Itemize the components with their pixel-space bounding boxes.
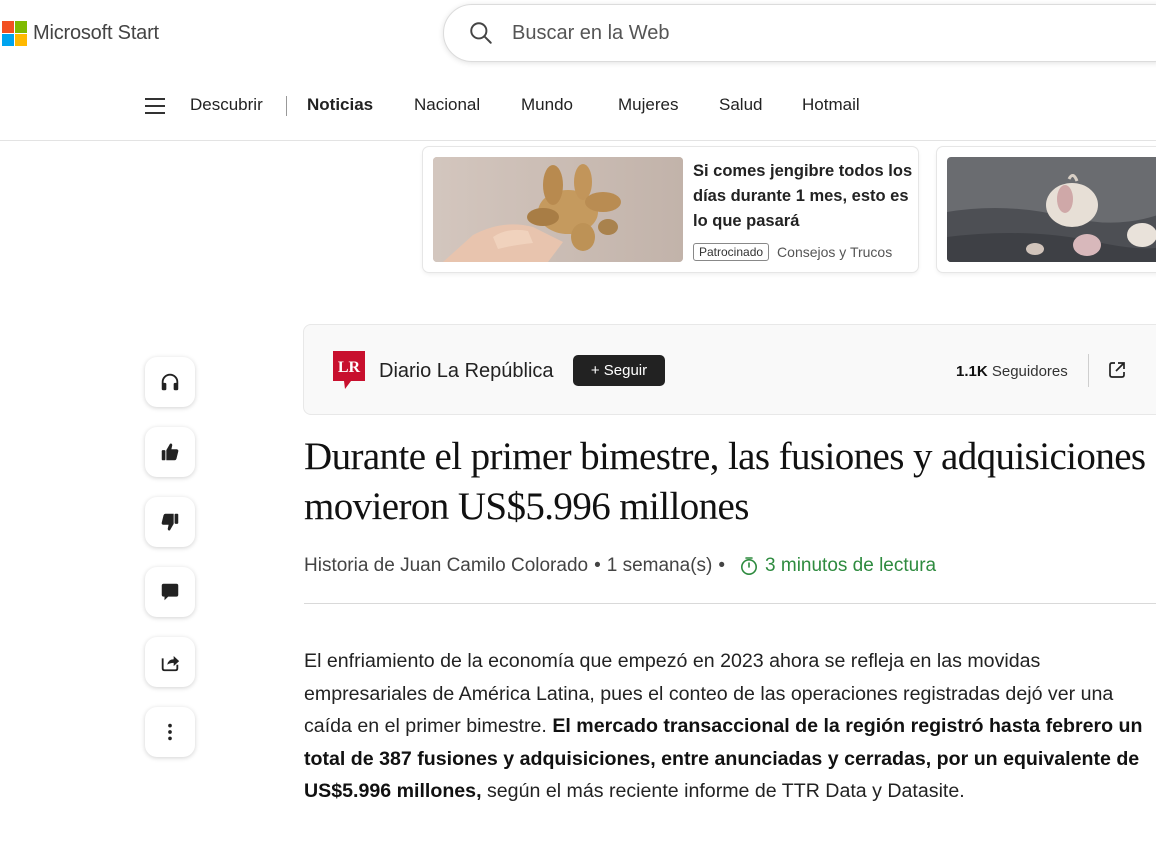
top-navigation: Descubrir Noticias Nacional Mundo Mujere…: [0, 78, 1156, 141]
more-options-button[interactable]: [145, 707, 195, 757]
sponsored-card-title[interactable]: Si comes jengibre todos los días durante…: [693, 159, 913, 234]
comment-icon: [161, 583, 179, 601]
author[interactable]: Historia de Juan Camilo Colorado: [304, 555, 588, 577]
read-time: 3 minutos de lectura: [765, 555, 937, 576]
microsoft-start-logo[interactable]: Microsoft Start: [2, 21, 159, 46]
more-options-icon: [168, 723, 172, 741]
follow-button[interactable]: + Seguir: [573, 355, 665, 386]
byline-divider: [304, 603, 1156, 604]
listen-button[interactable]: [145, 357, 195, 407]
hamburger-menu-icon[interactable]: [145, 98, 165, 114]
ginger-image: [433, 157, 683, 262]
search-bar[interactable]: [443, 4, 1156, 62]
brand-name: Microsoft Start: [33, 22, 159, 44]
search-icon[interactable]: [468, 20, 494, 46]
byline-separator: •: [718, 555, 726, 576]
publisher-name[interactable]: Diario La República: [379, 360, 554, 383]
byline-separator: •: [594, 555, 601, 576]
garlic-image: [947, 157, 1156, 262]
sponsored-card-meta: Patrocinado Consejos y Trucos: [693, 243, 892, 261]
nav-divider: [286, 96, 287, 116]
nav-item-mujeres[interactable]: Mujeres: [618, 95, 678, 115]
sponsored-badge: Patrocinado: [693, 243, 770, 261]
publisher-bar: LR Diario La República + Seguir 1.1K Seg…: [303, 324, 1156, 415]
open-external-icon[interactable]: [1107, 360, 1127, 380]
publish-age: 1 semana(s): [606, 555, 713, 576]
share-button[interactable]: [145, 637, 195, 687]
nav-item-noticias[interactable]: Noticias: [307, 95, 373, 115]
nav-item-salud[interactable]: Salud: [719, 95, 762, 115]
microsoft-logo-icon: [2, 21, 27, 46]
publisher-logo-text: LR: [338, 359, 361, 376]
followers-label: Seguidores: [991, 363, 1068, 380]
thumbs-down-icon: [161, 513, 179, 531]
comment-button[interactable]: [145, 567, 195, 617]
timer-icon: [741, 557, 758, 575]
article-byline: Historia de Juan Camilo Colorado • 1 sem…: [304, 555, 936, 577]
followers-number: 1.1K: [956, 363, 988, 380]
nav-item-nacional[interactable]: Nacional: [414, 95, 480, 115]
headphones-icon: [161, 373, 179, 391]
like-button[interactable]: [145, 427, 195, 477]
search-input[interactable]: [510, 20, 1014, 46]
sponsored-source: Consejos y Trucos: [777, 244, 893, 260]
article-headline: Durante el primer bimestre, las fusiones…: [304, 435, 1146, 528]
publisher-divider: [1088, 354, 1089, 387]
nav-item-hotmail[interactable]: Hotmail: [802, 95, 860, 115]
nav-item-descubrir[interactable]: Descubrir: [190, 95, 263, 115]
nav-item-mundo[interactable]: Mundo: [521, 95, 573, 115]
share-icon: [161, 656, 180, 672]
dislike-button[interactable]: [145, 497, 195, 547]
la-republica-logo-icon[interactable]: LR: [333, 351, 365, 389]
followers-count: 1.1K Seguidores: [956, 363, 1068, 380]
sponsored-card-garlic[interactable]: [937, 147, 1156, 272]
thumbs-up-icon: [161, 443, 179, 461]
sponsored-card[interactable]: Si comes jengibre todos los días durante…: [423, 147, 918, 272]
paragraph-text-end: según el más reciente informe de TTR Dat…: [486, 780, 965, 802]
article-paragraph: El enfriamiento de la economía que empez…: [304, 645, 1156, 808]
